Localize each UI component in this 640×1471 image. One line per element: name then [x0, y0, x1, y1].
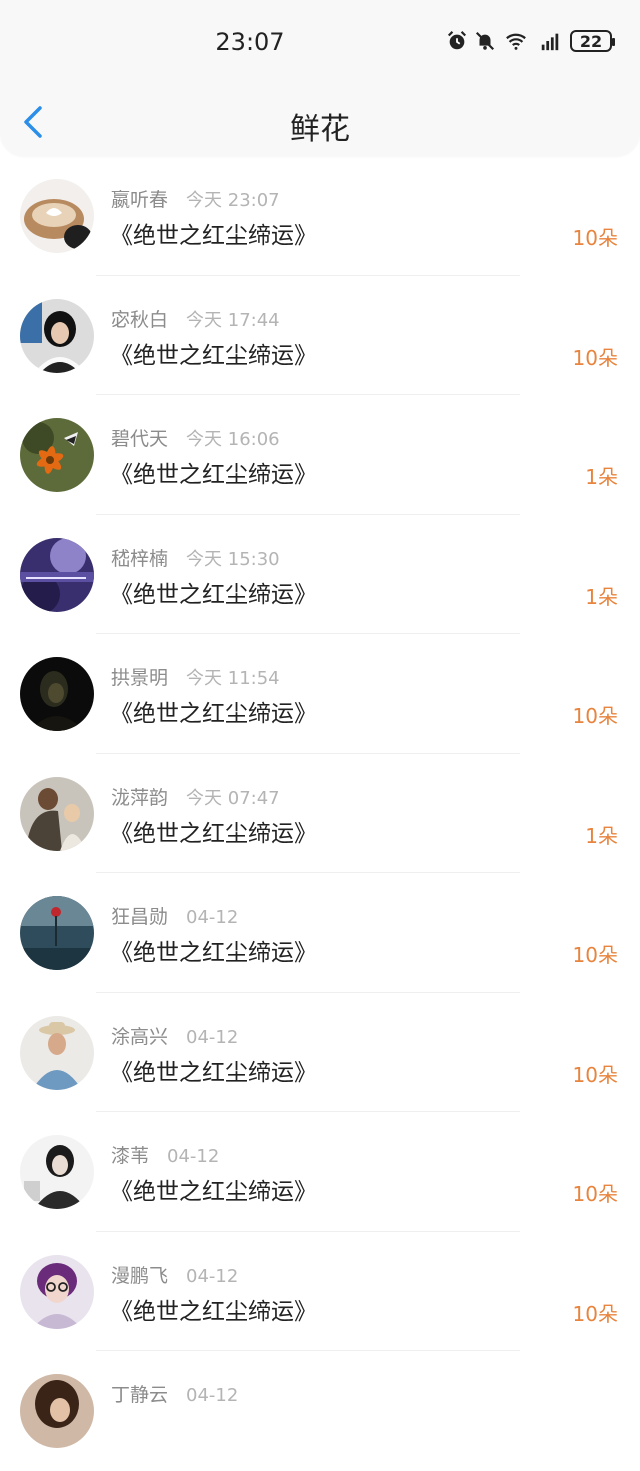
- flower-amount: 10朵: [572, 704, 618, 728]
- book-title: 《绝世之红尘缔运》: [110, 1298, 317, 1325]
- list-item[interactable]: 泷萍韵 今天 07:47 《绝世之红尘缔运》 1朵: [0, 754, 640, 873]
- avatar[interactable]: [20, 298, 94, 373]
- user-name: 碧代天 今天 16:06: [111, 428, 280, 450]
- list-item[interactable]: 嬴听春 今天 23:07 《绝世之红尘缔运》 10朵: [0, 156, 640, 276]
- book-title: 《绝世之红尘缔运》: [110, 820, 317, 847]
- flower-amount: 10朵: [572, 226, 618, 250]
- timestamp: 今天 16:06: [186, 429, 280, 450]
- user-name: 泷萍韵 今天 07:47: [111, 786, 280, 809]
- list-item[interactable]: 漆苇 04-12 《绝世之红尘缔运》 10朵: [0, 1112, 640, 1232]
- flower-amount: 10朵: [572, 943, 618, 967]
- avatar[interactable]: [20, 1374, 94, 1448]
- list-item[interactable]: 宓秋白 今天 17:44 《绝世之红尘缔运》 10朵: [0, 276, 640, 395]
- timestamp: 04-12: [186, 1026, 239, 1048]
- flower-amount: 10朵: [572, 1062, 618, 1087]
- avatar[interactable]: [20, 537, 94, 612]
- list-item[interactable]: 漫鹏飞 04-12 《绝世之红尘缔运》 10朵: [0, 1232, 640, 1351]
- user-name: 涂高兴 04-12: [111, 1025, 239, 1048]
- timestamp: 今天 23:07: [186, 190, 280, 211]
- user-name: 狂昌勋 04-12: [111, 906, 239, 928]
- user-name: 拱景明 今天 11:54: [111, 667, 280, 689]
- app-header: 23:07 22 鲜花: [0, 0, 640, 156]
- avatar[interactable]: [20, 657, 94, 731]
- user-name: 嬴听春 今天 23:07: [111, 189, 280, 211]
- flower-amount: 10朵: [572, 1182, 618, 1206]
- flower-amount: 10朵: [572, 345, 618, 370]
- book-title: 《绝世之红尘缔运》: [110, 223, 317, 249]
- list-item[interactable]: 碧代天 今天 16:06 《绝世之红尘缔运》 1朵: [0, 395, 640, 515]
- flower-amount: 1朵: [585, 584, 618, 609]
- list-item[interactable]: 丁静云 04-12: [0, 1351, 640, 1471]
- book-title: 《绝世之红尘缔运》: [110, 342, 317, 369]
- avatar[interactable]: [20, 1015, 94, 1090]
- book-title: 《绝世之红尘缔运》: [110, 701, 317, 727]
- wifi-icon: [506, 33, 526, 50]
- avatar[interactable]: [20, 179, 94, 253]
- flower-amount: 10朵: [572, 1301, 618, 1326]
- avatar[interactable]: [20, 776, 94, 851]
- avatar[interactable]: [20, 1135, 94, 1209]
- avatar[interactable]: [20, 418, 94, 492]
- book-title: 《绝世之红尘缔运》: [110, 581, 317, 608]
- status-time: 23:07: [215, 28, 285, 56]
- book-title: 《绝世之红尘缔运》: [110, 940, 317, 966]
- page-title: 鲜花: [290, 112, 350, 147]
- list-item[interactable]: 涂高兴 04-12 《绝世之红尘缔运》 10朵: [0, 993, 640, 1112]
- book-title: 《绝世之红尘缔运》: [110, 1059, 317, 1086]
- timestamp: 今天 07:47: [186, 787, 280, 809]
- book-title: 《绝世之红尘缔运》: [110, 1179, 317, 1205]
- timestamp: 04-12: [186, 907, 239, 928]
- user-name: 宓秋白 今天 17:44: [111, 308, 280, 331]
- list-item[interactable]: 狂昌勋 04-12 《绝世之红尘缔运》 10朵: [0, 873, 640, 993]
- timestamp: 04-12: [167, 1146, 220, 1167]
- user-name: 丁静云 04-12: [111, 1384, 239, 1406]
- list-item[interactable]: 拱景明 今天 11:54 《绝世之红尘缔运》 10朵: [0, 634, 640, 754]
- timestamp: 今天 15:30: [186, 548, 280, 570]
- status-icons: 22: [446, 30, 615, 52]
- flower-list: 嬴听春 今天 23:07 《绝世之红尘缔运》 10朵 宓秋白 今天 17:44 《绝…: [0, 156, 640, 1471]
- user-name: 嵇梓楠 今天 15:30: [111, 547, 280, 570]
- user-name: 漫鹏飞 04-12: [111, 1264, 239, 1287]
- battery-icon: 22: [570, 30, 615, 52]
- avatar[interactable]: [20, 1254, 94, 1329]
- list-item[interactable]: 嵇梓楠 今天 15:30 《绝世之红尘缔运》 1朵: [0, 515, 640, 634]
- avatar[interactable]: [20, 896, 94, 970]
- cellular-signal-icon: [541, 33, 559, 51]
- timestamp: 04-12: [186, 1265, 239, 1287]
- alarm-icon: [447, 31, 467, 50]
- timestamp: 今天 11:54: [186, 668, 280, 689]
- flower-amount: 1朵: [585, 823, 618, 848]
- user-name: 漆苇 04-12: [111, 1145, 220, 1167]
- book-title: 《绝世之红尘缔运》: [110, 462, 317, 488]
- timestamp: 04-12: [186, 1385, 239, 1406]
- flower-amount: 1朵: [585, 465, 618, 489]
- timestamp: 今天 17:44: [186, 309, 280, 331]
- mute-bell-icon: [475, 31, 495, 51]
